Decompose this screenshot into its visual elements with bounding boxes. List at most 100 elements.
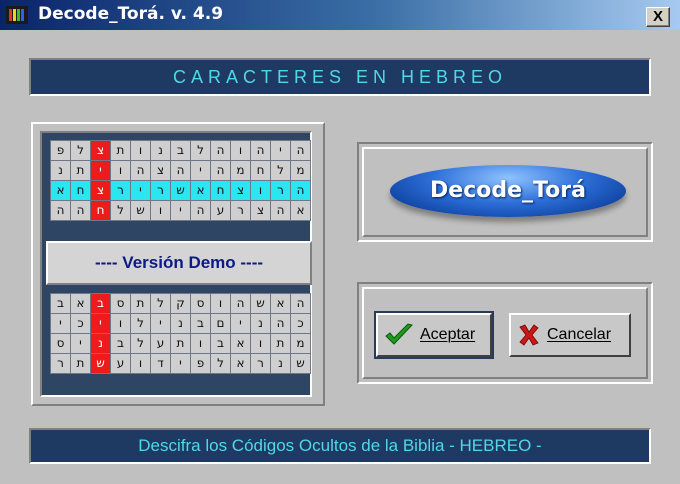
grid-cell: ח — [251, 161, 270, 180]
grid-cell: ר — [51, 354, 70, 373]
grid-cell: ש — [291, 354, 310, 373]
grid-cell: ו — [211, 294, 230, 313]
header-banner: CARACTERES EN HEBREO — [29, 58, 651, 96]
grid-cell: ת — [271, 334, 290, 353]
cancel-button[interactable]: Cancelar — [509, 313, 631, 357]
grid-cell: י — [231, 314, 250, 333]
grid-cell: ר — [271, 181, 290, 200]
cancel-button-label: Cancelar — [547, 326, 612, 343]
grid-cell: ם — [211, 314, 230, 333]
window-title: Decode_Torá. v. 4.9 — [38, 4, 224, 24]
grid-cell: צ — [151, 161, 170, 180]
grid-cell: י — [171, 354, 190, 373]
grid-cell: ת — [71, 161, 90, 180]
grid-cell: צ — [231, 181, 250, 200]
grid-cell: ל — [131, 314, 150, 333]
grid-cell: נ — [91, 334, 110, 353]
grid-cell: א — [51, 181, 70, 200]
grid-cell: ד — [151, 354, 170, 373]
grid-cell: א — [271, 294, 290, 313]
grid-cell: נ — [271, 354, 290, 373]
grid-cell: ה — [271, 201, 290, 220]
grid-cell: י — [51, 314, 70, 333]
grid-cell: נ — [151, 141, 170, 160]
grid-cell: י — [171, 201, 190, 220]
grid-cell: י — [91, 161, 110, 180]
grid-cell: ו — [251, 334, 270, 353]
grid-cell: נ — [51, 161, 70, 180]
grid-cell: ה — [211, 161, 230, 180]
grid-cell: ר — [151, 181, 170, 200]
close-button[interactable]: X — [646, 7, 670, 27]
grid-cell: מ — [291, 161, 310, 180]
grid-cell: ק — [171, 294, 190, 313]
title-bar[interactable]: Decode_Torá. v. 4.9 X — [0, 0, 680, 30]
grid-cell: א — [291, 201, 310, 220]
grid-cell: ע — [151, 334, 170, 353]
hebrew-grid-top: פלצתונבלהוהיהנתיוהצהיהמחלמאחצרירשאחצורהה… — [50, 140, 311, 221]
demo-version-label: ---- Versión Demo ---- — [46, 241, 312, 285]
grid-cell: ש — [171, 181, 190, 200]
logo-panel-inner: Decode_Torá — [362, 147, 648, 237]
grid-cell: ח — [211, 181, 230, 200]
grid-cell: ה — [291, 181, 310, 200]
grid-cell: צ — [91, 141, 110, 160]
grid-cell: ה — [191, 201, 210, 220]
button-panel: Aceptar Cancelar — [357, 282, 653, 384]
grid-cell: נ — [171, 314, 190, 333]
accept-button[interactable]: Aceptar — [374, 311, 494, 359]
grid-cell: מ — [231, 161, 250, 180]
grid-cell: ה — [71, 201, 90, 220]
grid-cell: ת — [111, 141, 130, 160]
grid-cell: י — [131, 181, 150, 200]
grid-cell: ר — [111, 181, 130, 200]
grid-cell: ל — [191, 141, 210, 160]
app-icon — [6, 6, 28, 24]
app-logo: Decode_Torá — [390, 165, 626, 217]
grid-cell: ה — [291, 294, 310, 313]
grid-cell: י — [71, 334, 90, 353]
grid-cell: פ — [51, 141, 70, 160]
accept-button-label: Aceptar — [420, 326, 476, 343]
grid-cell: ל — [131, 334, 150, 353]
grid-cell: ע — [111, 354, 130, 373]
grid-cell: ר — [231, 201, 250, 220]
footer-banner: Descifra los Códigos Ocultos de la Bibli… — [29, 428, 651, 464]
grid-cell: ה — [231, 294, 250, 313]
button-panel-inner: Aceptar Cancelar — [362, 287, 648, 379]
grid-cell: ו — [191, 334, 210, 353]
grid-cell: ל — [111, 201, 130, 220]
grid-cell: פ — [191, 354, 210, 373]
checkmark-icon — [385, 323, 413, 345]
grid-cell: ש — [251, 294, 270, 313]
grid-cell: נ — [251, 314, 270, 333]
grid-cell: ו — [111, 161, 130, 180]
grid-cell: צ — [251, 201, 270, 220]
grid-cell: ו — [231, 141, 250, 160]
x-mark-icon — [519, 324, 539, 346]
grid-cell: ס — [111, 294, 130, 313]
grid-cell: ו — [251, 181, 270, 200]
grid-cell: ה — [271, 314, 290, 333]
grid-cell: ו — [131, 354, 150, 373]
grid-cell: י — [91, 314, 110, 333]
grid-cell: ב — [191, 314, 210, 333]
grid-cell: ה — [171, 161, 190, 180]
grid-cell: ת — [71, 354, 90, 373]
grid-cell: ח — [91, 201, 110, 220]
grid-cell: ע — [211, 201, 230, 220]
grid-cell: ו — [111, 314, 130, 333]
grid-cell: א — [231, 334, 250, 353]
grid-cell: ת — [131, 294, 150, 313]
grid-cell: ב — [211, 334, 230, 353]
grid-cell: ו — [131, 141, 150, 160]
grid-cell: כ — [71, 314, 90, 333]
grid-cell: ס — [51, 334, 70, 353]
grid-cell: ש — [91, 354, 110, 373]
grid-cell: ו — [151, 201, 170, 220]
grid-cell: ס — [191, 294, 210, 313]
grid-cell: ב — [91, 294, 110, 313]
grid-cell: ה — [211, 141, 230, 160]
grid-cell: ר — [251, 354, 270, 373]
grid-cell: ת — [171, 334, 190, 353]
